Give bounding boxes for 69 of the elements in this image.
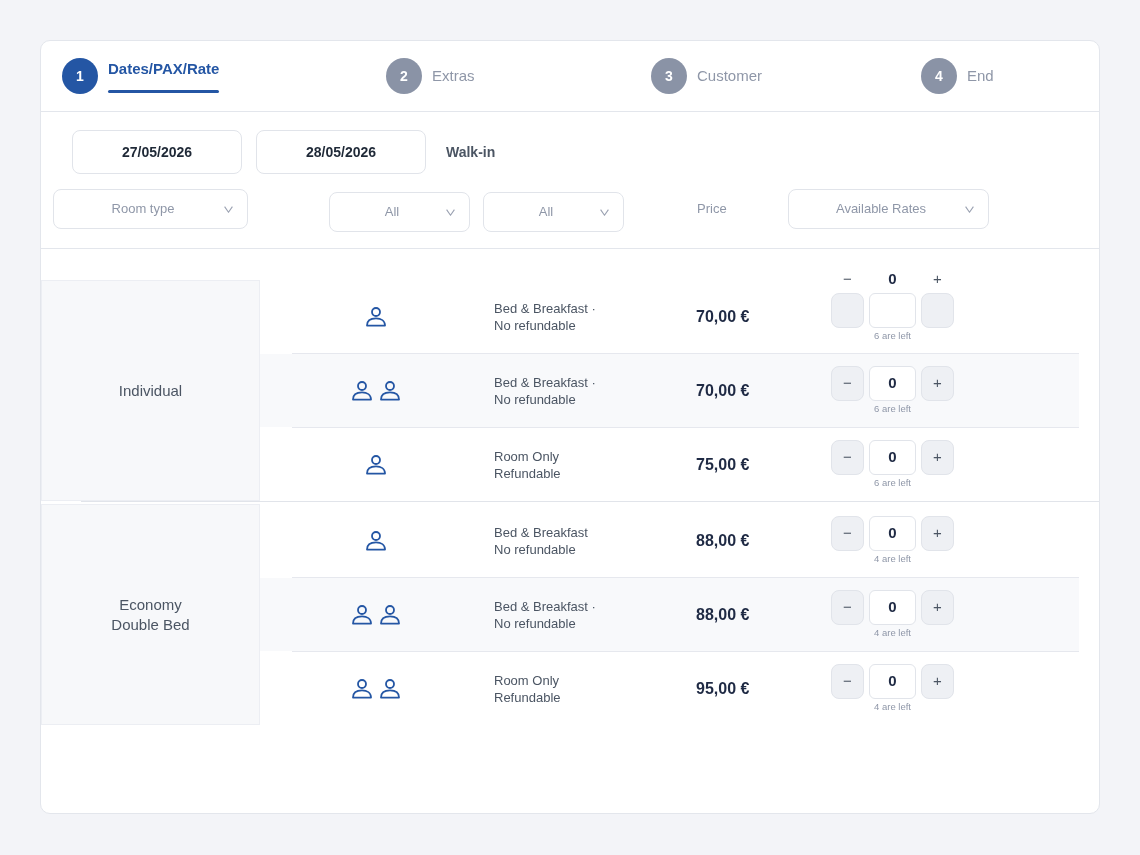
plus-sign: + <box>932 271 943 287</box>
refund-policy-text: No refundable <box>494 614 577 632</box>
minus-button[interactable]: − <box>831 516 864 551</box>
availability-note: 4 are left <box>874 701 911 713</box>
minus-button[interactable]: − <box>831 440 864 475</box>
room-type-name: Economy Double Bed <box>110 594 191 635</box>
quantity-value: 0 <box>887 271 898 287</box>
minus-sign: − <box>842 271 853 287</box>
step-number-badge: 2 <box>386 58 422 94</box>
minus-button[interactable]: − <box>831 366 864 401</box>
plus-button[interactable]: + <box>921 516 954 551</box>
column-heading: Price <box>697 200 727 219</box>
person-icon <box>365 530 387 551</box>
room-type-name: Individual <box>118 380 183 401</box>
chevron-down-icon <box>965 205 974 213</box>
chevron-down-icon <box>600 208 609 216</box>
step-number-badge: 1 <box>62 58 98 94</box>
quantity-field[interactable] <box>869 293 916 328</box>
plus-button[interactable]: + <box>921 590 954 625</box>
refund-policy-text: Refundable <box>494 464 562 482</box>
price-text: 70,00 € <box>696 307 750 325</box>
date-field[interactable]: 28/05/2026 <box>256 130 426 174</box>
availability-note: 6 are left <box>874 403 911 415</box>
price-text: 75,00 € <box>696 455 750 473</box>
price-text: 95,00 € <box>696 679 750 697</box>
availability-note: 4 are left <box>874 627 911 639</box>
person-icon <box>365 306 387 327</box>
quantity-field[interactable]: 0 <box>869 366 916 401</box>
quantity-field[interactable]: 0 <box>869 590 916 625</box>
person-icon <box>365 454 387 475</box>
quantity-field[interactable]: 0 <box>869 516 916 551</box>
two-persons-icon <box>351 678 401 699</box>
two-persons-icon <box>351 604 401 625</box>
price-text: 70,00 € <box>696 381 750 399</box>
refund-policy-text: Refundable <box>494 688 562 706</box>
meal-plan-text: Bed & Breakfast · <box>494 299 597 317</box>
step-label: Dates/PAX/Rate <box>108 59 220 78</box>
availability-note: 4 are left <box>874 553 911 565</box>
availability-note: 6 are left <box>874 330 911 342</box>
step-label: Extras <box>432 67 475 85</box>
plus-button[interactable]: + <box>921 366 954 401</box>
step-label: Customer <box>697 67 763 85</box>
price-text: 88,00 € <box>696 531 750 549</box>
refund-policy-text: No refundable <box>494 316 577 334</box>
two-persons-icon <box>351 380 401 401</box>
step-number-badge: 4 <box>921 58 957 94</box>
minus-button[interactable] <box>831 293 864 328</box>
refund-policy-text: No refundable <box>494 540 577 558</box>
plus-button[interactable]: + <box>921 440 954 475</box>
step-number-badge: 3 <box>651 58 687 94</box>
meal-plan-text: Bed & Breakfast · <box>494 373 597 391</box>
date-field[interactable]: 27/05/2026 <box>72 130 242 174</box>
step-label: End <box>967 67 994 85</box>
meal-plan-text: Room Only <box>494 671 561 689</box>
quantity-field[interactable]: 0 <box>869 664 916 699</box>
meal-plan-text: Bed & Breakfast · <box>494 597 597 615</box>
refund-policy-text: No refundable <box>494 390 577 408</box>
meal-plan-text: Bed & Breakfast <box>494 523 589 541</box>
price-text: 88,00 € <box>696 605 750 623</box>
minus-button[interactable]: − <box>831 664 864 699</box>
chevron-down-icon <box>224 205 233 213</box>
minus-button[interactable]: − <box>831 590 864 625</box>
plus-button[interactable]: + <box>921 664 954 699</box>
meal-plan-text: Room Only <box>494 447 561 465</box>
availability-note: 6 are left <box>874 477 911 489</box>
booking-type-label: Walk-in <box>446 142 496 162</box>
quantity-field[interactable]: 0 <box>869 440 916 475</box>
plus-button[interactable] <box>921 293 954 328</box>
chevron-down-icon <box>446 208 455 216</box>
